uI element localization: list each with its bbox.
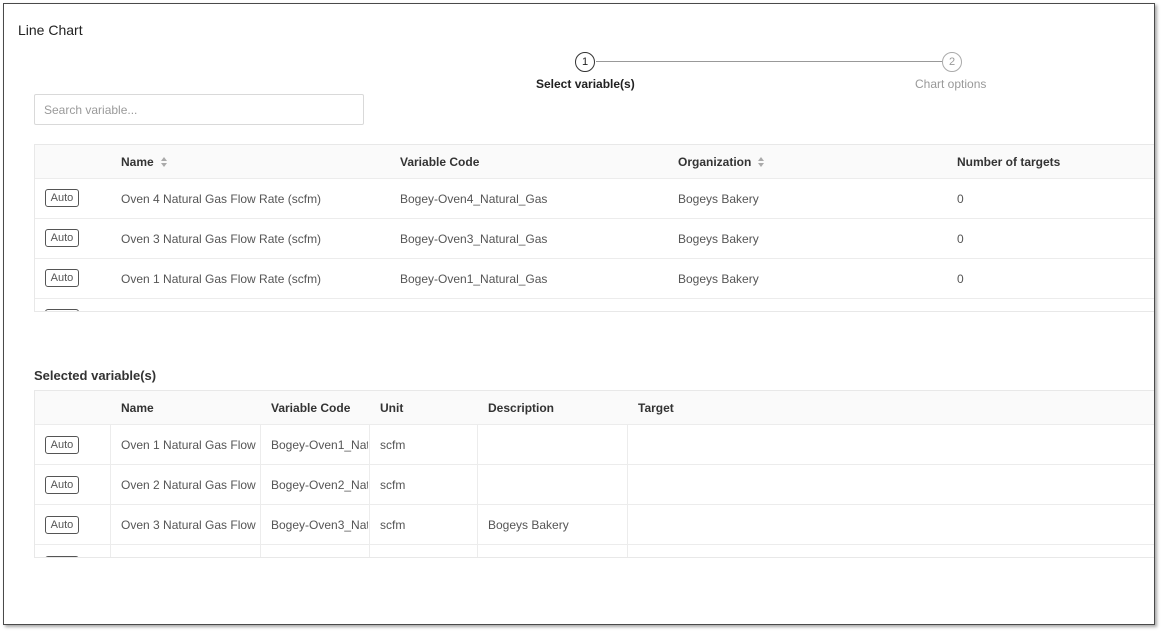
column-header-organization-label: Organization <box>678 154 752 169</box>
column-header-unit[interactable]: Unit <box>380 391 476 424</box>
auto-badge[interactable]: Auto <box>45 229 79 247</box>
variable-name: Oven 1 Natural Gas Flow Rate (scfm) <box>121 437 259 452</box>
step-1-label[interactable]: Select variable(s) <box>536 77 635 91</box>
step-2-indicator[interactable]: 2 <box>942 52 962 72</box>
table-row[interactable]: Auto Oven 3 Natural Gas Flow Rate (scfm)… <box>35 219 1154 259</box>
variable-code: Bogey-Oven1_Natural_Gas <box>271 437 368 452</box>
organization: Bogeys Bakery <box>678 271 759 286</box>
variable-code: Bogey-Oven4_Natural_Gas <box>400 191 548 206</box>
step-1-indicator[interactable]: 1 <box>575 52 595 72</box>
variable-name: Oven 3 Natural Gas Flow Rate (scfm) <box>121 517 259 532</box>
description[interactable] <box>488 465 626 504</box>
variable-code: Bogey-Oven3_Natural_Gas <box>271 517 368 532</box>
description[interactable] <box>488 425 626 464</box>
description[interactable]: Bogeys Bakery <box>488 505 626 544</box>
search-input[interactable] <box>34 94 364 125</box>
target[interactable] <box>638 465 1148 504</box>
variable-code: Bogey-Oven3_Natural_Gas <box>400 231 548 246</box>
variable-code: Bogey-Oven2_Natural_Gas <box>271 477 368 492</box>
variables-table-header: Name Variable Code Organization Number o… <box>35 145 1154 179</box>
dialog-title: Line Chart <box>18 22 83 38</box>
target[interactable] <box>638 425 1148 464</box>
column-header-variable-code[interactable]: Variable Code <box>271 391 368 424</box>
organization: Bogeys Bakery <box>678 231 759 246</box>
table-row[interactable]: Auto Oven 2 Natural Gas Flow Rate (scfm)… <box>35 465 1154 505</box>
step-2-label[interactable]: Chart options <box>915 77 986 91</box>
variable-name: Oven 2 Natural Gas Flow Rate (scfm) <box>121 477 259 492</box>
auto-badge-partial[interactable] <box>45 309 79 311</box>
auto-badge[interactable]: Auto <box>45 189 79 207</box>
table-row-partial[interactable] <box>35 299 1154 311</box>
column-header-organization[interactable]: Organization <box>678 145 765 178</box>
selected-table-header: Name Variable Code Unit Description Targ… <box>35 391 1154 425</box>
auto-badge[interactable]: Auto <box>45 516 79 534</box>
line-chart-dialog: Line Chart 1 2 Select variable(s) Chart … <box>3 3 1155 625</box>
unit: scfm <box>380 517 406 532</box>
column-header-name[interactable]: Name <box>121 145 168 178</box>
number-of-targets: 0 <box>957 191 964 206</box>
selected-variables-title: Selected variable(s) <box>34 368 157 383</box>
auto-badge-partial[interactable] <box>45 556 79 557</box>
variable-name: Oven 1 Natural Gas Flow Rate (scfm) <box>121 271 322 286</box>
stepper-connector <box>596 61 942 62</box>
table-row[interactable]: Auto Oven 3 Natural Gas Flow Rate (scfm)… <box>35 505 1154 545</box>
column-header-description[interactable]: Description <box>488 391 626 424</box>
table-row-partial[interactable] <box>35 545 1154 557</box>
number-of-targets: 0 <box>957 271 964 286</box>
auto-badge[interactable]: Auto <box>45 269 79 287</box>
selected-variables-table: Name Variable Code Unit Description Targ… <box>34 390 1154 558</box>
column-header-name[interactable]: Name <box>121 391 259 424</box>
column-header-target[interactable]: Target <box>638 391 674 424</box>
column-header-name-label: Name <box>121 154 154 169</box>
column-header-variable-code[interactable]: Variable Code <box>400 145 479 178</box>
column-header-number-of-targets[interactable]: Number of targets <box>957 145 1060 178</box>
number-of-targets: 0 <box>957 231 964 246</box>
table-row[interactable]: Auto Oven 1 Natural Gas Flow Rate (scfm)… <box>35 259 1154 299</box>
variable-name: Oven 4 Natural Gas Flow Rate (scfm) <box>121 191 322 206</box>
sort-icon[interactable] <box>160 156 168 168</box>
unit: scfm <box>380 437 406 452</box>
sort-icon[interactable] <box>757 156 765 168</box>
variable-name: Oven 3 Natural Gas Flow Rate (scfm) <box>121 231 322 246</box>
table-row[interactable]: Auto Oven 1 Natural Gas Flow Rate (scfm)… <box>35 425 1154 465</box>
table-row[interactable]: Auto Oven 4 Natural Gas Flow Rate (scfm)… <box>35 179 1154 219</box>
auto-badge[interactable]: Auto <box>45 476 79 494</box>
variable-code: Bogey-Oven1_Natural_Gas <box>400 271 548 286</box>
variables-table: Name Variable Code Organization Number o… <box>34 144 1154 312</box>
auto-badge[interactable]: Auto <box>45 436 79 454</box>
unit: scfm <box>380 477 406 492</box>
organization: Bogeys Bakery <box>678 191 759 206</box>
target[interactable] <box>638 505 1148 544</box>
